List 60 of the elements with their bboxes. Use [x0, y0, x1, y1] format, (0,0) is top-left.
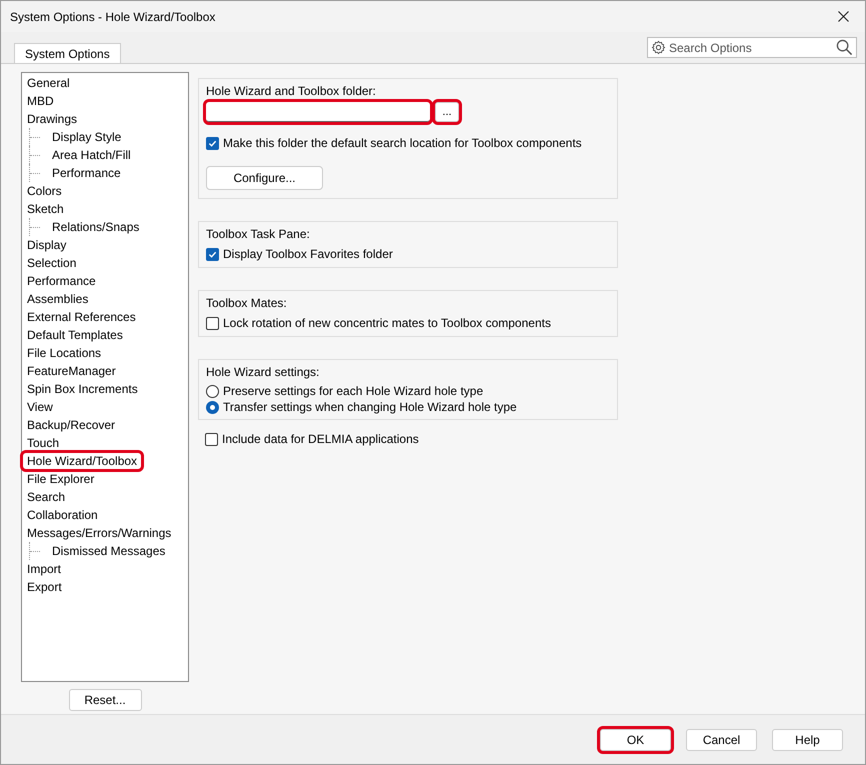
tree-item[interactable]: Sketch: [23, 201, 68, 217]
search-box[interactable]: Search Options: [647, 37, 857, 58]
tree-item[interactable]: Import: [23, 561, 66, 577]
check-icon: [208, 250, 217, 258]
tree-item[interactable]: Area Hatch/Fill: [48, 147, 135, 163]
checkbox-label: Make this folder the default search location for Toolbox components: [223, 135, 582, 152]
configure-button[interactable]: Configure...: [206, 166, 323, 190]
dialog-button[interactable]: Cancel: [686, 728, 757, 750]
tab[interactable]: System Options: [14, 43, 121, 63]
checkbox-label: Include data for DELMIA applications: [222, 431, 419, 448]
tree-item[interactable]: FeatureManager: [23, 363, 120, 379]
checkbox-label: Lock rotation of new concentric mates to Toolbox components: [223, 315, 551, 332]
tree-item[interactable]: Display Style: [48, 129, 126, 145]
tree-item[interactable]: Touch: [23, 435, 64, 451]
checkbox[interactable]: [206, 316, 219, 330]
tree-item[interactable]: Messages/Errors/Warnings: [23, 525, 176, 541]
tree-item[interactable]: Assemblies: [23, 291, 92, 307]
tree-item[interactable]: General: [23, 75, 74, 91]
radio-button[interactable]: [206, 384, 219, 398]
tree-item[interactable]: Colors: [23, 183, 66, 199]
search-icon: [836, 39, 853, 56]
checkbox[interactable]: [205, 432, 218, 446]
tree-item[interactable]: External References: [23, 309, 140, 325]
tree-item[interactable]: Collaboration: [23, 507, 102, 523]
tree-item[interactable]: Backup/Recover: [23, 417, 120, 433]
tree-item[interactable]: View: [23, 399, 57, 415]
tree-item[interactable]: Export: [23, 579, 66, 595]
tree-item[interactable]: Display: [23, 237, 70, 253]
check-icon: [208, 138, 217, 148]
window-title: System Options - Hole Wizard/Toolbox: [10, 8, 216, 26]
tree-item[interactable]: File Explorer: [23, 471, 98, 487]
dialog-button[interactable]: Help: [772, 728, 843, 750]
radio-button[interactable]: [206, 400, 219, 414]
gear-icon: [651, 40, 666, 55]
browse-button[interactable]: ...: [435, 102, 459, 122]
checkbox[interactable]: [206, 248, 219, 260]
tree-item[interactable]: Performance: [23, 273, 100, 289]
tree-item[interactable]: Drawings: [23, 111, 82, 127]
folder-field[interactable]: [206, 102, 430, 122]
tree-item[interactable]: MBD: [23, 93, 58, 109]
tree-item[interactable]: Performance: [48, 165, 125, 181]
close-icon: [838, 11, 848, 22]
reset-button[interactable]: Reset...: [68, 689, 142, 711]
tree-item[interactable]: Dismissed Messages: [48, 543, 170, 559]
group-title: Toolbox Mates:: [206, 295, 287, 312]
tree-item[interactable]: Relations/Snaps: [48, 219, 144, 235]
checkbox[interactable]: [206, 136, 219, 150]
group-title: Hole Wizard settings:: [206, 364, 320, 381]
tree-item[interactable]: Default Templates: [23, 327, 127, 343]
tree-item[interactable]: File Locations: [23, 345, 106, 361]
group-title: Hole Wizard and Toolbox folder:: [206, 83, 376, 100]
search-field[interactable]: Search Options: [669, 38, 833, 56]
tree-item[interactable]: Search: [23, 489, 70, 505]
group-title: Toolbox Task Pane:: [206, 226, 310, 243]
checkbox-label: Display Toolbox Favorites folder: [223, 246, 393, 263]
tree-item[interactable]: Selection: [23, 255, 80, 271]
tree-item[interactable]: Hole Wizard/Toolbox: [23, 453, 142, 469]
radio-label: Transfer settings when changing Hole Wizard hole type: [223, 399, 517, 416]
tree-item[interactable]: Spin Box Increments: [23, 381, 142, 397]
radio-label: Preserve settings for each Hole Wizard hole type: [223, 383, 484, 400]
